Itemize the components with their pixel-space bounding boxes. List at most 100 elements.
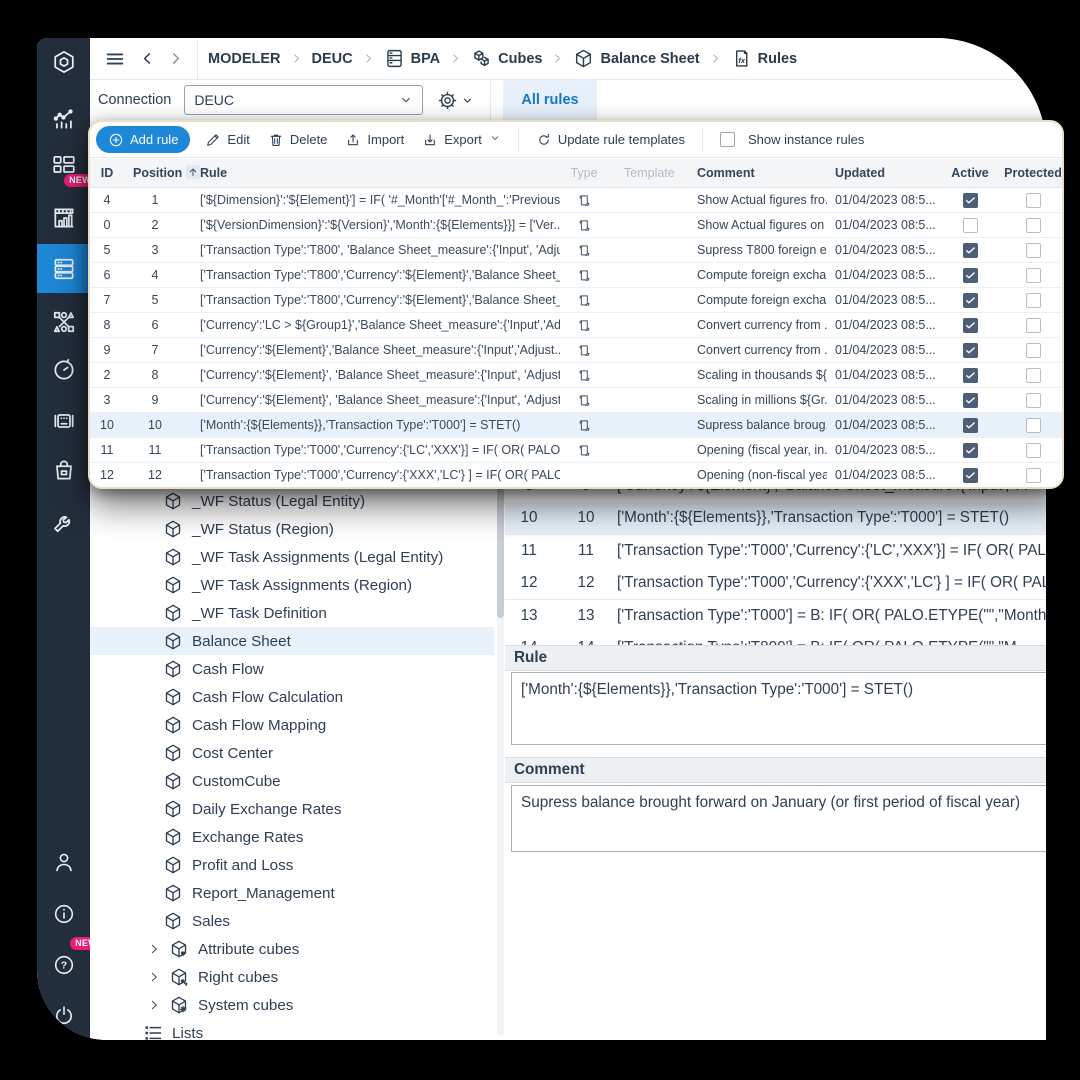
sidebar-item-analytics[interactable]: [37, 96, 90, 140]
update-rule-templates-button[interactable]: Update rule templates: [527, 126, 694, 153]
comment-editor-textarea[interactable]: Supress balance brought forward on Janua…: [511, 785, 1046, 852]
checkbox-active-checked[interactable]: [963, 243, 978, 258]
checkbox-active-checked[interactable]: [963, 293, 978, 308]
checkbox-protected-unchecked[interactable]: [1026, 293, 1041, 308]
checkbox-protected-unchecked[interactable]: [1026, 443, 1041, 458]
breadcrumb-item-modeler[interactable]: MODELER: [208, 51, 281, 67]
column-header-id[interactable]: ID: [94, 159, 120, 187]
table-row-position-1[interactable]: 41['${Dimension}':'${Element}'] = IF( '#…: [90, 188, 1062, 213]
tree-item-exchange-rates[interactable]: Exchange Rates: [90, 823, 494, 851]
column-header-comment[interactable]: Comment: [697, 159, 827, 187]
checkbox-protected-unchecked[interactable]: [1026, 468, 1041, 483]
sidebar-item-admin-wrench[interactable]: [37, 501, 90, 545]
tree-item--wf-status-legal-entity-[interactable]: _WF Status (Legal Entity): [90, 487, 494, 515]
checkbox-protected-unchecked[interactable]: [1026, 218, 1041, 233]
checkbox-active-checked[interactable]: [963, 468, 978, 483]
checkbox-protected-unchecked[interactable]: [1026, 268, 1041, 283]
table-row-position-11[interactable]: 1111['Transaction Type':'T000','Currency…: [90, 438, 1062, 463]
checkbox-protected-unchecked[interactable]: [1026, 343, 1041, 358]
tree-item-cash-flow-mapping[interactable]: Cash Flow Mapping: [90, 711, 494, 739]
sidebar-item-modeler-server[interactable]: [37, 244, 90, 293]
bg-table-row-position-10[interactable]: 1010['Month':{${Elements}},'Transaction …: [505, 502, 1046, 535]
column-header-type[interactable]: Type: [562, 159, 606, 187]
connection-select[interactable]: DEUC: [184, 85, 423, 115]
sidebar-item-user[interactable]: [37, 840, 90, 884]
table-row-position-12[interactable]: 1212['Transaction Type':'T000','Currency…: [90, 463, 1062, 488]
breadcrumb-item-cubes[interactable]: Cubes: [471, 48, 542, 69]
breadcrumb-item-balance-sheet[interactable]: Balance Sheet: [573, 48, 699, 69]
checkbox-active-checked[interactable]: [963, 343, 978, 358]
tree-item-daily-exchange-rates[interactable]: Daily Exchange Rates: [90, 795, 494, 823]
tree-item-right-cubes[interactable]: Right cubes: [90, 963, 494, 991]
tree-item-profit-and-loss[interactable]: Profit and Loss: [90, 851, 494, 879]
column-header-rule[interactable]: Rule: [200, 159, 560, 187]
checkbox-active-checked[interactable]: [963, 268, 978, 283]
sidebar-item-scheduler-clock[interactable]: [37, 348, 90, 392]
checkbox-protected-unchecked[interactable]: [1026, 243, 1041, 258]
tree-item--wf-task-assignments-region-[interactable]: _WF Task Assignments (Region): [90, 571, 494, 599]
checkbox-active-checked[interactable]: [963, 393, 978, 408]
tree-item--wf-task-definition[interactable]: _WF Task Definition: [90, 599, 494, 627]
table-row-position-7[interactable]: 97['Currency':'${Element}','Balance Shee…: [90, 338, 1062, 363]
connection-settings-button[interactable]: [437, 90, 474, 111]
bg-table-row-position-12[interactable]: 1212['Transaction Type':'T000','Currency…: [505, 567, 1046, 600]
sidebar-item-power[interactable]: [37, 994, 90, 1038]
tree-item-sales[interactable]: Sales: [90, 907, 494, 935]
tree-item-balance-sheet[interactable]: Balance Sheet: [90, 627, 494, 655]
tree-item--wf-task-assignments-legal-entity-[interactable]: _WF Task Assignments (Legal Entity): [90, 543, 494, 571]
bg-table-row-position-11[interactable]: 1111['Transaction Type':'T000','Currency…: [505, 535, 1046, 568]
table-row-position-2[interactable]: 02['${VersionDimension}':'${Version}','M…: [90, 213, 1062, 238]
sidebar-item-help[interactable]: ?NEW: [37, 943, 90, 987]
edit-button[interactable]: Edit: [196, 126, 258, 153]
delete-button[interactable]: Delete: [259, 126, 337, 153]
column-header-pos[interactable]: Position: [133, 159, 209, 187]
tree-item-system-cubes[interactable]: System cubes: [90, 991, 494, 1019]
checkbox-protected-unchecked[interactable]: [1026, 193, 1041, 208]
sidebar-item-info[interactable]: [37, 892, 90, 936]
checkbox-show-instance-rules[interactable]: Show instance rules: [711, 126, 873, 153]
column-header-protected[interactable]: Protected: [1002, 159, 1064, 187]
table-row-position-10[interactable]: 1010['Month':{${Elements}},'Transaction …: [90, 413, 1062, 438]
sidebar-item-marketplace-bag[interactable]: [37, 448, 90, 492]
rule-editor-textarea[interactable]: ['Month':{${Elements}},'Transaction Type…: [511, 672, 1046, 745]
chevron-right-icon[interactable]: [147, 998, 161, 1012]
nav-back-icon[interactable]: [133, 45, 161, 73]
checkbox-protected-unchecked[interactable]: [1026, 393, 1041, 408]
checkbox-active-checked[interactable]: [963, 368, 978, 383]
breadcrumb-item-bpa[interactable]: BPA: [384, 48, 441, 69]
table-row-position-5[interactable]: 75['Transaction Type':'T800','Currency':…: [90, 288, 1062, 313]
checkbox-active-checked[interactable]: [963, 443, 978, 458]
column-header-template[interactable]: Template: [624, 159, 686, 187]
checkbox-unchecked[interactable]: [720, 132, 735, 147]
sidebar-item-integrator-shapes[interactable]: [37, 300, 90, 344]
checkbox-active-unchecked[interactable]: [963, 218, 978, 233]
import-button[interactable]: Import: [336, 126, 413, 153]
table-row-position-3[interactable]: 53['Transaction Type':'T800', 'Balance S…: [90, 238, 1062, 263]
menu-hamburger-icon[interactable]: [101, 45, 129, 73]
table-row-position-6[interactable]: 86['Currency':'LC > ${Group1}','Balance …: [90, 313, 1062, 338]
tree-scrollbar[interactable]: [497, 486, 504, 1036]
bg-table-row-position-13[interactable]: 1313['Transaction Type':'T000'] = B: IF(…: [505, 600, 1046, 633]
column-header-active[interactable]: Active: [940, 159, 1000, 187]
breadcrumb-item-deuc[interactable]: DEUC: [312, 51, 353, 67]
export-button[interactable]: Export: [413, 126, 510, 153]
breadcrumb-item-rules[interactable]: fxRules: [731, 48, 798, 69]
tree-item-report-management[interactable]: Report_Management: [90, 879, 494, 907]
tree-item--wf-status-region-[interactable]: _WF Status (Region): [90, 515, 494, 543]
checkbox-protected-unchecked[interactable]: [1026, 418, 1041, 433]
sidebar-item-console-frames[interactable]: [37, 399, 90, 443]
tree-item-customcube[interactable]: CustomCube: [90, 767, 494, 795]
sidebar-item-apps-grid[interactable]: NEW: [37, 143, 90, 187]
checkbox-protected-unchecked[interactable]: [1026, 318, 1041, 333]
column-header-updated[interactable]: Updated: [835, 159, 947, 187]
tree-item-lists[interactable]: Lists: [90, 1019, 494, 1040]
checkbox-protected-unchecked[interactable]: [1026, 368, 1041, 383]
tree-item-attribute-cubes[interactable]: Attribute cubes: [90, 935, 494, 963]
scrollbar-thumb[interactable]: [497, 488, 504, 618]
tab-all-rules[interactable]: All rules: [503, 80, 596, 120]
sidebar-item-report-designer[interactable]: [37, 196, 90, 240]
tree-item-cash-flow[interactable]: Cash Flow: [90, 655, 494, 683]
table-row-position-9[interactable]: 39['Currency':'${Element}', 'Balance She…: [90, 388, 1062, 413]
chevron-right-icon[interactable]: [147, 970, 161, 984]
checkbox-active-checked[interactable]: [963, 318, 978, 333]
